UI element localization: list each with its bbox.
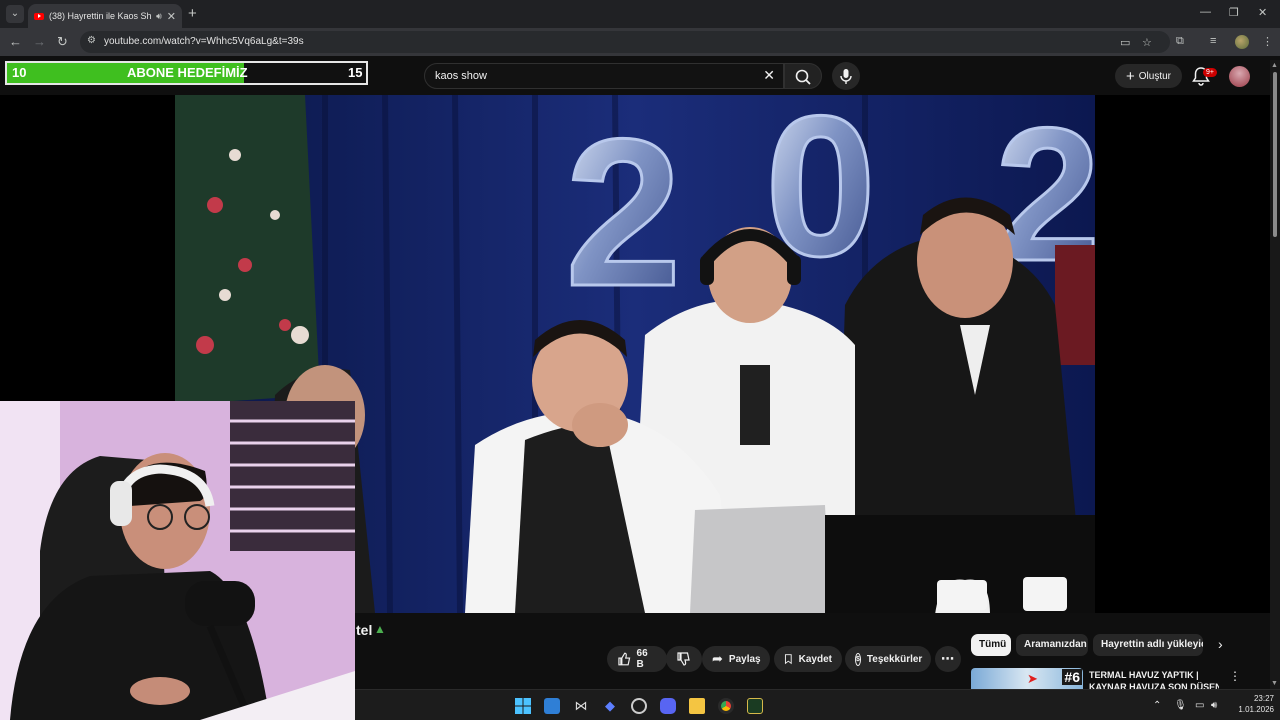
tab-title: (38) Hayrettin ile Kaos Show	[49, 11, 152, 21]
search-input[interactable]: kaos show ✕	[424, 63, 784, 89]
search-icon	[795, 69, 811, 85]
share-button[interactable]: ➦ Paylaş	[702, 646, 770, 672]
share-label: Paylaş	[728, 653, 761, 665]
app-gold-icon[interactable]	[747, 698, 763, 714]
search-button[interactable]	[784, 63, 822, 89]
like-button[interactable]: 66 B	[607, 646, 667, 672]
reload-icon[interactable]: ↻	[57, 34, 68, 50]
scroll-down-arrow-icon[interactable]: ▼	[1271, 680, 1278, 687]
clear-search-icon[interactable]: ✕	[763, 67, 775, 84]
app-diamond-icon[interactable]: ◆	[602, 698, 618, 714]
tab-audio-icon[interactable]: 🔊︎	[156, 11, 162, 22]
chip-from-search[interactable]: Aramanızdan	[1016, 634, 1088, 656]
video-title-fragment: tel	[356, 622, 373, 638]
file-explorer-icon[interactable]	[689, 698, 705, 714]
search-query-text[interactable]: kaos show	[435, 70, 487, 82]
recommendation-menu-icon[interactable]: ⋮	[1229, 669, 1241, 683]
new-tab-button[interactable]: +	[188, 5, 197, 22]
browser-menu-icon[interactable]: ⋮	[1262, 35, 1273, 48]
save-button[interactable]: Kaydet	[774, 646, 842, 672]
network-tray-icon[interactable]: ▭	[1195, 700, 1204, 711]
extensions-icon[interactable]: ⧉	[1176, 35, 1184, 48]
voice-search-button[interactable]	[832, 62, 860, 90]
more-horizontal-icon: ⋯	[941, 651, 954, 666]
balloon-digit-2: 2	[565, 95, 682, 330]
bookmark-star-icon[interactable]: ☆	[1142, 36, 1152, 49]
windows-start-icon[interactable]	[515, 698, 531, 714]
browser-toolbar: ← → ↻ ⚙ youtube.com/watch?v=Whhc5Vq6aLg&…	[0, 28, 1280, 56]
discord-icon[interactable]	[660, 698, 676, 714]
recommendation-thumbnail[interactable]: #6 ➤	[971, 668, 1083, 690]
address-url[interactable]: youtube.com/watch?v=Whhc5Vq6aLg&t=39s	[104, 36, 304, 47]
like-count: 66 B	[636, 648, 648, 670]
clock-date: 1.01.2026	[1238, 705, 1274, 714]
browser-tab-active[interactable]: (38) Hayrettin ile Kaos Show 🔊︎ ✕	[28, 4, 182, 28]
thumb-badge: #6	[1062, 669, 1082, 685]
tab-close-icon[interactable]: ✕	[167, 10, 176, 23]
webcam-frame	[0, 401, 355, 720]
capcut-icon[interactable]: ⋈	[573, 698, 589, 714]
tray-overflow-chevron-icon[interactable]: ⌃	[1153, 700, 1161, 711]
recommendation-title-line1: TERMAL HAVUZ YAPTIK |	[1089, 670, 1199, 680]
tab-search-menu-button[interactable]: ⌄	[6, 5, 24, 23]
minimize-window-button[interactable]: —	[1200, 6, 1211, 18]
reading-list-icon[interactable]: ≡	[1210, 35, 1216, 47]
chrome-icon[interactable]	[718, 698, 734, 714]
restore-window-button[interactable]: ❐	[1229, 6, 1239, 19]
obs-icon[interactable]	[631, 698, 647, 714]
tree-emoji-icon: ▲	[374, 622, 386, 636]
account-avatar[interactable]	[1229, 66, 1250, 87]
thumbs-up-icon	[618, 652, 631, 666]
thanks-label: Teşekkürler	[866, 653, 923, 665]
thumb-red-arrow-icon: ➤	[1027, 671, 1038, 686]
screen: ⌄ (38) Hayrettin ile Kaos Show 🔊︎ ✕ + — …	[0, 0, 1280, 720]
share-icon: ➦	[712, 651, 723, 666]
back-arrow-icon[interactable]: ←	[9, 34, 22, 49]
plus-icon: +	[1126, 67, 1135, 85]
forward-arrow-icon[interactable]: →	[33, 34, 46, 49]
dislike-button[interactable]	[666, 646, 702, 672]
thumbs-down-icon	[677, 652, 690, 666]
goal-current-count: 10	[12, 65, 27, 80]
subscriber-goal-overlay: 10 ABONE HEDEFİMİZ 15	[5, 61, 368, 85]
heart-dollar-icon: $	[855, 652, 861, 666]
create-button-label: Oluştur	[1138, 70, 1171, 82]
save-label: Kaydet	[798, 653, 832, 665]
microphone-icon	[840, 69, 852, 84]
youtube-header: 10 ABONE HEDEFİMİZ 15 kaos show ✕ + Oluş…	[0, 56, 1280, 95]
streamer-webcam-overlay	[0, 401, 355, 720]
scrollbar-thumb[interactable]	[1273, 72, 1277, 237]
microphone-tray-icon[interactable]: 🎙︎	[1174, 700, 1187, 711]
cast-icon[interactable]: ▭	[1120, 36, 1130, 49]
browser-profile-avatar[interactable]	[1235, 35, 1249, 49]
chip-all[interactable]: Tümü	[971, 634, 1011, 656]
close-window-button[interactable]: ✕	[1258, 6, 1267, 19]
chips-next-chevron-icon[interactable]: ›	[1218, 636, 1223, 652]
outlook-icon[interactable]	[544, 698, 560, 714]
windows-taskbar: ⋈ ◆ ⌃ 🎙︎ ▭ 🔊︎	[355, 689, 1280, 720]
browser-tab-strip: ⌄ (38) Hayrettin ile Kaos Show 🔊︎ ✕ + — …	[0, 0, 1280, 28]
goal-target-count: 15	[348, 65, 363, 80]
taskbar-clock[interactable]: 23:27 1.01.2026	[1228, 693, 1274, 715]
site-info-icon[interactable]: ⚙	[87, 35, 96, 46]
volume-tray-icon[interactable]: 🔊︎	[1211, 700, 1217, 711]
create-button[interactable]: + Oluştur	[1115, 64, 1182, 88]
thanks-button[interactable]: $ Teşekkürler	[845, 646, 931, 672]
notification-count-badge: 9+	[1203, 68, 1217, 77]
youtube-favicon-icon	[34, 12, 44, 20]
address-bar[interactable]: ⚙ youtube.com/watch?v=Whhc5Vq6aLg&t=39s …	[80, 31, 1170, 53]
chip-from-uploader[interactable]: Hayrettin adlı yükleyiciden	[1093, 634, 1203, 656]
more-actions-button[interactable]: ⋯	[935, 646, 961, 672]
bookmark-icon	[784, 654, 792, 665]
scroll-up-arrow-icon[interactable]: ▲	[1271, 62, 1278, 69]
clock-time: 23:27	[1253, 694, 1274, 703]
goal-label: ABONE HEDEFİMİZ	[127, 65, 248, 80]
